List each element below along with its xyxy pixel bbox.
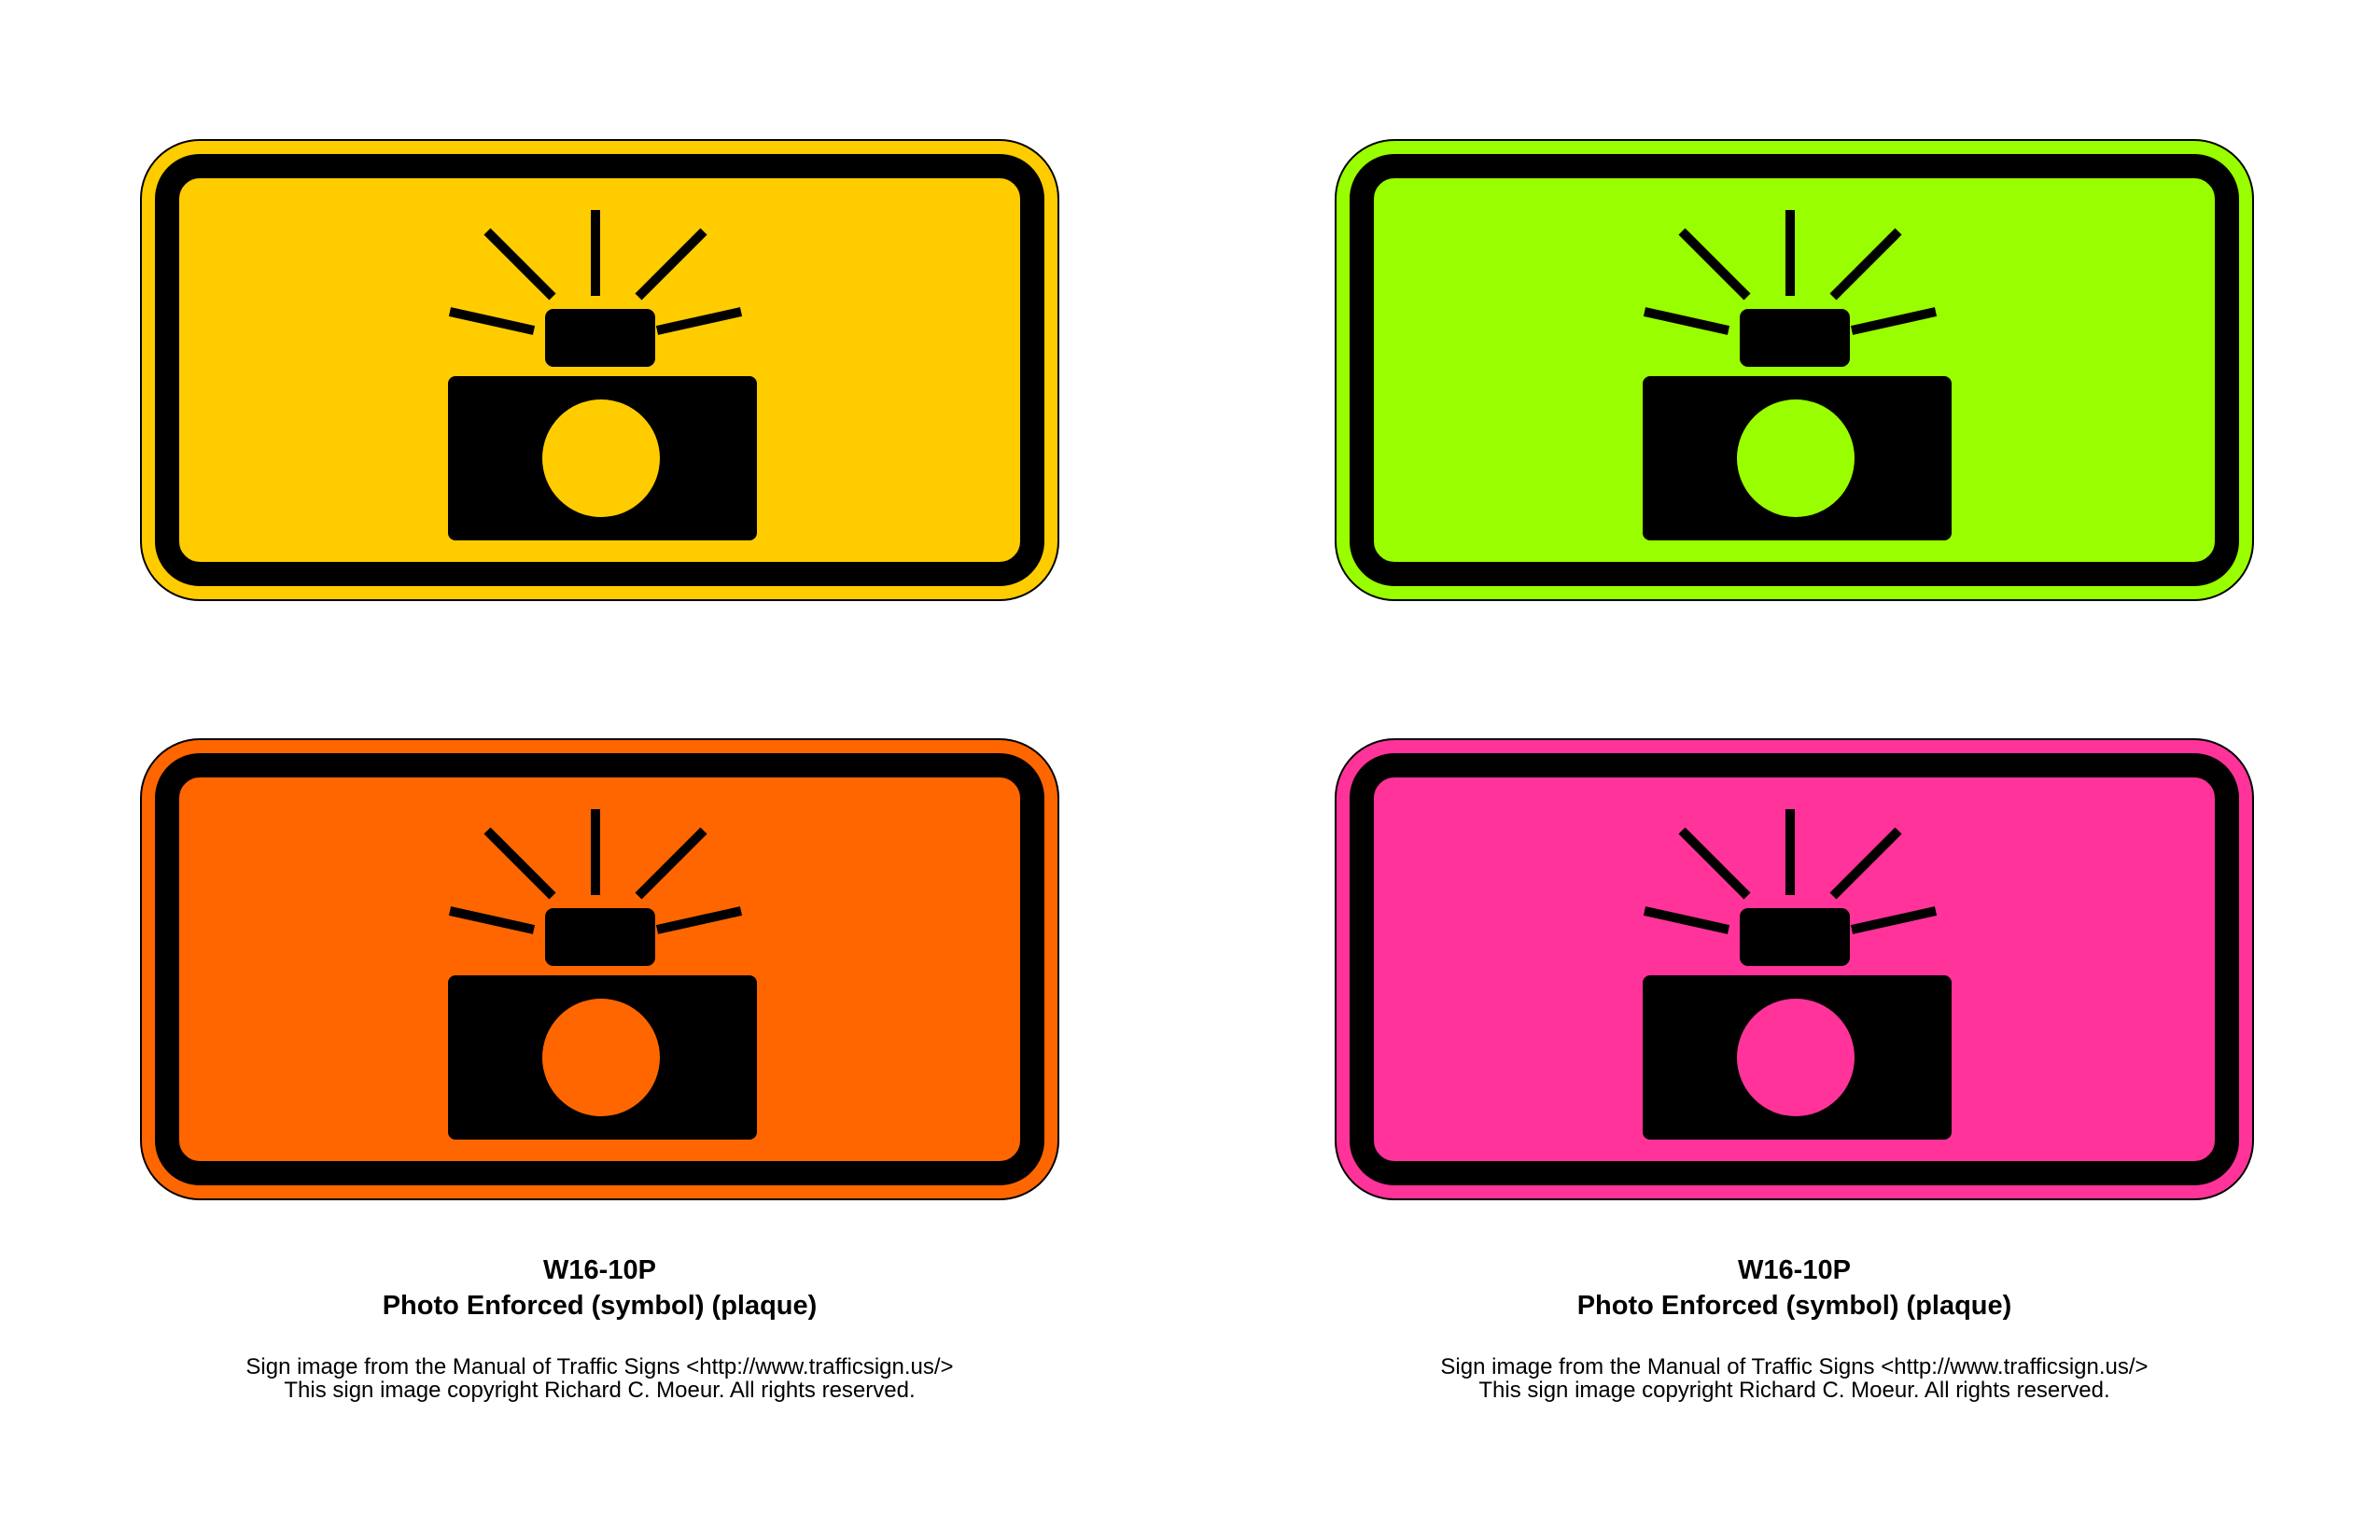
sign-plaque-green	[1335, 139, 2254, 601]
credit-source: Sign image from the Manual of Traffic Si…	[245, 1354, 954, 1379]
sign-code: W16-10P	[543, 1255, 656, 1285]
credit-copyright: This sign image copyright Richard C. Moe…	[1478, 1378, 2110, 1403]
credit-copyright: This sign image copyright Richard C. Moe…	[284, 1378, 916, 1403]
sign-plaque-yellow	[140, 139, 1059, 601]
camera-flash-icon	[1643, 809, 1952, 1140]
camera-flash-icon	[1643, 210, 1952, 540]
camera-flash-icon	[448, 809, 757, 1140]
sign-plaque-pink	[1335, 738, 2254, 1200]
sign-plaque-orange	[140, 738, 1059, 1200]
credit-source: Sign image from the Manual of Traffic Si…	[1440, 1354, 2149, 1379]
sign-name: Photo Enforced (symbol) (plaque)	[1576, 1291, 2012, 1321]
sign-name: Photo Enforced (symbol) (plaque)	[382, 1291, 818, 1321]
camera-flash-icon	[448, 210, 757, 540]
caption-right: W16-10P Photo Enforced (symbol) (plaque)…	[1335, 1253, 2254, 1402]
caption-left: W16-10P Photo Enforced (symbol) (plaque)…	[140, 1253, 1059, 1402]
sign-code: W16-10P	[1738, 1255, 1851, 1285]
